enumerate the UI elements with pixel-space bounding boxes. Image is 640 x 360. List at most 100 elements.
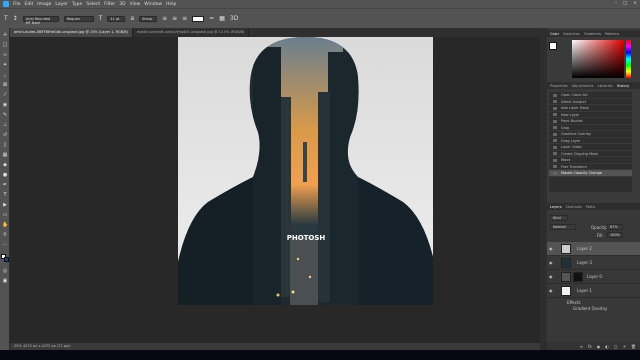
tab-swatches[interactable]: Swatches: [563, 32, 580, 36]
visibility-eye-icon[interactable]: ◉: [549, 274, 553, 279]
warp-text-icon[interactable]: ≈: [209, 15, 214, 22]
lasso-tool-icon[interactable]: ∞: [2, 52, 8, 58]
pen-tool-icon[interactable]: ✒: [2, 182, 8, 188]
type-tool-icon[interactable]: T: [2, 192, 8, 198]
menu-file[interactable]: File: [13, 2, 21, 7]
delete-layer-icon[interactable]: 🗑: [631, 344, 636, 349]
tab-paths[interactable]: Paths: [586, 205, 596, 209]
layer-filter-select[interactable]: Kind: [550, 215, 568, 221]
gradient-tool-icon[interactable]: ▦: [2, 152, 8, 158]
screen-mode-icon[interactable]: ▣: [2, 278, 8, 284]
frame-tool-icon[interactable]: ⊠: [2, 82, 8, 88]
tab-document-1[interactable]: amini-dudes-5BYT8tHeGdk-unsplash.jpg @ 2…: [10, 28, 133, 37]
type-tool-icon[interactable]: T: [4, 15, 8, 22]
double-exposure-artwork: PHOTOSH: [178, 37, 433, 305]
opacity-field[interactable]: 67%: [607, 224, 623, 230]
hue-slider[interactable]: [626, 40, 631, 78]
eyedropper-tool-icon[interactable]: ⁄: [2, 92, 8, 98]
quick-select-tool-icon[interactable]: ✦: [2, 62, 8, 68]
link-layers-icon[interactable]: ∞: [580, 344, 583, 349]
path-select-tool-icon[interactable]: ▶: [2, 202, 8, 208]
tab-properties[interactable]: Properties: [550, 84, 568, 88]
fill-field[interactable]: 100%: [607, 232, 623, 238]
healing-tool-icon[interactable]: ◉: [2, 102, 8, 108]
tab-adjustments[interactable]: Adjustments: [572, 84, 594, 88]
foreground-color-chip[interactable]: [549, 42, 557, 50]
zoom-tool-icon[interactable]: ⚲: [2, 232, 8, 238]
eraser-tool-icon[interactable]: ▯: [2, 142, 8, 148]
fx-icon[interactable]: fx: [588, 344, 592, 349]
orientation-icon[interactable]: ↕: [13, 15, 18, 22]
layer-row-3[interactable]: ◉ Layer 3: [547, 256, 640, 270]
antialias-select[interactable]: Sharp: [139, 15, 158, 22]
history-item-selected[interactable]: Master Opacity Change: [549, 170, 632, 177]
menu-help[interactable]: Help: [166, 2, 176, 7]
new-group-icon[interactable]: □: [614, 344, 618, 349]
adjustment-layer-icon[interactable]: ◐: [605, 344, 609, 349]
tab-channels[interactable]: Channels: [566, 205, 582, 209]
visibility-eye-icon[interactable]: ◉: [549, 288, 553, 293]
dodge-tool-icon[interactable]: ●: [2, 172, 8, 178]
crop-tool-icon[interactable]: ⌞: [2, 72, 8, 78]
font-size-select[interactable]: 11 pt: [107, 15, 126, 22]
align-center-icon[interactable]: ≡: [172, 15, 177, 22]
new-layer-icon[interactable]: +: [623, 344, 626, 349]
history-list: Open Clone Art Select Subject Add Layer …: [549, 92, 632, 192]
minimize-icon[interactable]: –: [615, 1, 617, 6]
character-panel-icon[interactable]: ▦: [219, 15, 225, 22]
layer-row-2[interactable]: ◉ Layer 2: [547, 242, 640, 256]
rectangle-tool-icon[interactable]: ▭: [2, 212, 8, 218]
layer-name[interactable]: Layer 0: [587, 274, 602, 279]
history-brush-icon[interactable]: ↺: [2, 132, 8, 138]
color-picker-field[interactable]: [572, 40, 624, 78]
layer-row-0[interactable]: ◉ Layer 0: [547, 270, 640, 284]
tab-layers[interactable]: Layers: [550, 205, 562, 209]
menu-type[interactable]: Type: [72, 2, 82, 7]
layer-name[interactable]: Layer 2: [577, 246, 592, 251]
move-tool-icon[interactable]: ✛: [2, 32, 8, 38]
align-right-icon[interactable]: ≡: [182, 15, 187, 22]
layer-mask-thumbnail[interactable]: [573, 272, 583, 282]
menu-image[interactable]: Image: [37, 2, 51, 7]
tab-libraries[interactable]: Libraries: [598, 84, 613, 88]
marquee-tool-icon[interactable]: □: [2, 42, 8, 48]
background-color-swatch[interactable]: [4, 257, 9, 262]
layers-footer: ∞ fx ◉ ◐ □ + 🗑: [547, 342, 640, 350]
tab-history[interactable]: History: [617, 84, 629, 88]
canvas-text-layer[interactable]: PHOTOSH: [287, 234, 326, 242]
brush-tool-icon[interactable]: ✎: [2, 112, 8, 118]
close-icon[interactable]: ×: [633, 1, 637, 6]
layer-row-1[interactable]: ◉ Layer 1: [547, 284, 640, 298]
stamp-tool-icon[interactable]: ⊥: [2, 122, 8, 128]
document-canvas[interactable]: PHOTOSH: [178, 37, 433, 305]
visibility-eye-icon[interactable]: ◉: [549, 246, 553, 251]
layer-name[interactable]: Layer 3: [577, 260, 592, 265]
hand-tool-icon[interactable]: ✋: [2, 222, 8, 228]
layer-effects-label[interactable]: Effects: [567, 300, 581, 305]
blur-tool-icon[interactable]: ◆: [2, 162, 8, 168]
visibility-eye-icon[interactable]: ◉: [549, 260, 553, 265]
menu-select[interactable]: Select: [86, 2, 100, 7]
tab-patterns[interactable]: Patterns: [605, 32, 619, 36]
menu-3d[interactable]: 3D: [119, 2, 125, 7]
layer-effect-item[interactable]: Gradient Overlay: [573, 306, 607, 311]
tab-document-2[interactable]: mattie-schmidt-uwlv/uYhq4cE-unsplash.jpg…: [133, 28, 250, 37]
tab-gradients[interactable]: Gradients: [584, 32, 601, 36]
quick-mask-icon[interactable]: ◎: [2, 268, 8, 274]
3d-icon[interactable]: 3D: [230, 15, 238, 22]
tab-color[interactable]: Color: [550, 32, 559, 36]
font-style-select[interactable]: Regular: [63, 15, 94, 22]
blend-mode-select[interactable]: Normal: [550, 224, 576, 230]
add-mask-icon[interactable]: ◉: [597, 344, 601, 349]
font-family-select[interactable]: Arial Rounded MT Bold: [22, 15, 59, 25]
maximize-icon[interactable]: □: [623, 1, 627, 6]
menu-view[interactable]: View: [130, 2, 141, 7]
menu-edit[interactable]: Edit: [25, 2, 34, 7]
layer-name[interactable]: Layer 1: [577, 288, 592, 293]
align-left-icon[interactable]: ≡: [162, 15, 167, 22]
more-tools-icon[interactable]: ⋯: [2, 242, 8, 248]
menu-layer[interactable]: Layer: [55, 2, 68, 7]
text-color-swatch[interactable]: [192, 15, 205, 22]
menu-filter[interactable]: Filter: [104, 2, 115, 7]
menu-window[interactable]: Window: [144, 2, 162, 7]
